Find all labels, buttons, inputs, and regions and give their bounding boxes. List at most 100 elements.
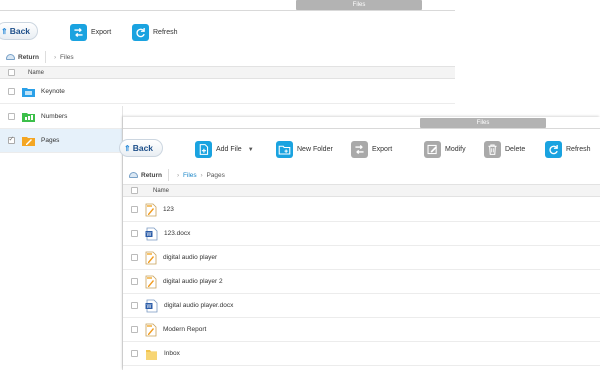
refresh-button[interactable]: Refresh <box>545 141 591 158</box>
row-name: Keynote <box>41 88 65 95</box>
return-label: Return <box>18 53 39 61</box>
row-checkbox[interactable] <box>130 326 138 333</box>
modify-label: Modify <box>445 146 466 153</box>
table-header: Name <box>0 66 455 79</box>
row-checkbox[interactable] <box>130 302 138 309</box>
return-label: Return <box>141 171 162 179</box>
folder-icon <box>145 347 158 361</box>
up-arrow-icon: ⇑ <box>1 26 8 36</box>
breadcrumb-files[interactable]: Files <box>60 54 74 61</box>
refresh-label: Refresh <box>153 29 178 36</box>
modify-button[interactable]: Modify <box>424 141 466 158</box>
export-icon <box>351 141 368 158</box>
pages-doc-icon <box>145 275 157 289</box>
back-button-label: Back <box>132 143 154 153</box>
row-name: digital audio player <box>163 254 218 261</box>
add-file-button[interactable]: Add File ▼ <box>195 141 254 158</box>
row-checkbox[interactable] <box>130 278 138 285</box>
new-folder-icon <box>276 141 293 158</box>
dropdown-triangle-icon[interactable]: ▼ <box>248 147 254 153</box>
breadcrumb: › Files <box>52 54 74 61</box>
new-folder-label: New Folder <box>297 146 333 153</box>
row-name: 123.docx <box>164 230 191 237</box>
export-button[interactable]: Export <box>351 141 392 158</box>
title-divider <box>0 10 455 11</box>
keynote-folder-icon <box>22 87 35 97</box>
export-button[interactable]: Export <box>70 24 111 41</box>
edit-icon <box>424 141 441 158</box>
breadcrumb-files-link[interactable]: Files <box>183 172 197 179</box>
breadcrumb-chevron-icon: › <box>176 171 180 179</box>
table-header: Name <box>123 184 600 197</box>
back-button[interactable]: ⇑ Back <box>119 139 163 157</box>
export-label: Export <box>372 146 393 153</box>
row-checkbox[interactable] <box>130 254 138 261</box>
row-checkbox[interactable] <box>7 135 15 144</box>
svg-text:W: W <box>147 304 152 310</box>
row-checkbox[interactable] <box>7 88 15 95</box>
row-name: Inbox <box>164 350 180 357</box>
row-name: Pages <box>41 137 60 144</box>
row-checkbox[interactable] <box>130 206 138 213</box>
row-checkbox[interactable] <box>7 113 15 120</box>
return-button[interactable]: Return <box>125 169 169 181</box>
list-item[interactable]: Numbers <box>0 105 122 129</box>
up-arrow-icon: ⇑ <box>124 143 131 153</box>
export-icon <box>70 24 87 41</box>
svg-text:W: W <box>147 232 152 238</box>
pages-folder-icon <box>22 136 35 146</box>
list-item[interactable]: Pages <box>0 129 122 153</box>
title-divider <box>123 128 600 129</box>
row-name: digital audio player 2 <box>163 278 223 285</box>
word-doc-icon: W <box>145 227 158 241</box>
row-name: Modern Report <box>163 326 207 333</box>
column-header-name[interactable]: Name <box>153 188 169 194</box>
back-button-label: Back <box>9 26 31 36</box>
list-item[interactable]: Modern Report <box>123 318 600 342</box>
back-button[interactable]: ⇑ Back <box>0 22 38 40</box>
refresh-icon <box>132 24 149 41</box>
list-item[interactable]: digital audio player <box>123 246 600 270</box>
breadcrumb-current: Pages <box>206 171 225 179</box>
list-item[interactable]: Inbox <box>123 342 600 366</box>
delete-label: Delete <box>505 146 526 153</box>
list-item[interactable]: Wdigital audio player.docx <box>123 294 600 318</box>
row-name: digital audio player.docx <box>164 302 234 309</box>
row-name: 123 <box>163 206 174 213</box>
files-window-front: Files ⇑ Back Add File ▼ New Folder Expor… <box>119 117 600 370</box>
breadcrumb-chevron-icon: › <box>200 171 203 179</box>
row-name: Numbers <box>41 113 68 120</box>
pages-doc-icon <box>145 203 157 217</box>
return-button[interactable]: Return <box>2 51 46 63</box>
list-item[interactable]: 123 <box>123 198 600 222</box>
new-folder-button[interactable]: New Folder <box>276 141 333 158</box>
nav-bar: Return › Files <box>2 50 455 64</box>
list-item[interactable]: W 123.docx <box>123 222 600 246</box>
nav-bar: Return › Files › Pages <box>125 168 600 182</box>
pages-doc-icon <box>145 251 157 265</box>
refresh-button[interactable]: Refresh <box>132 24 178 41</box>
trash-icon <box>484 141 501 158</box>
word-doc-icon: W <box>145 299 158 313</box>
row-checkbox[interactable] <box>130 350 138 357</box>
select-all-checkbox[interactable] <box>130 187 138 194</box>
refresh-label: Refresh <box>566 146 591 153</box>
select-all-checkbox[interactable] <box>7 69 15 76</box>
window-title-bar: Files <box>296 0 422 10</box>
row-checkbox[interactable] <box>130 230 138 237</box>
pages-doc-icon <box>145 323 157 337</box>
refresh-icon <box>545 141 562 158</box>
list-item[interactable]: Keynote <box>0 80 455 104</box>
breadcrumb: › Files › Pages <box>175 172 225 179</box>
window-title-bar: Files <box>420 118 546 128</box>
list-item[interactable]: digital audio player 2 <box>123 270 600 294</box>
column-header-name[interactable]: Name <box>28 70 44 76</box>
breadcrumb-chevron-icon: › <box>53 53 57 61</box>
return-icon <box>6 54 15 60</box>
export-label: Export <box>91 29 112 36</box>
add-file-label: Add File <box>216 146 242 153</box>
return-icon <box>129 172 138 178</box>
delete-button[interactable]: Delete <box>484 141 525 158</box>
add-file-icon <box>195 141 212 158</box>
numbers-folder-icon <box>22 112 35 122</box>
